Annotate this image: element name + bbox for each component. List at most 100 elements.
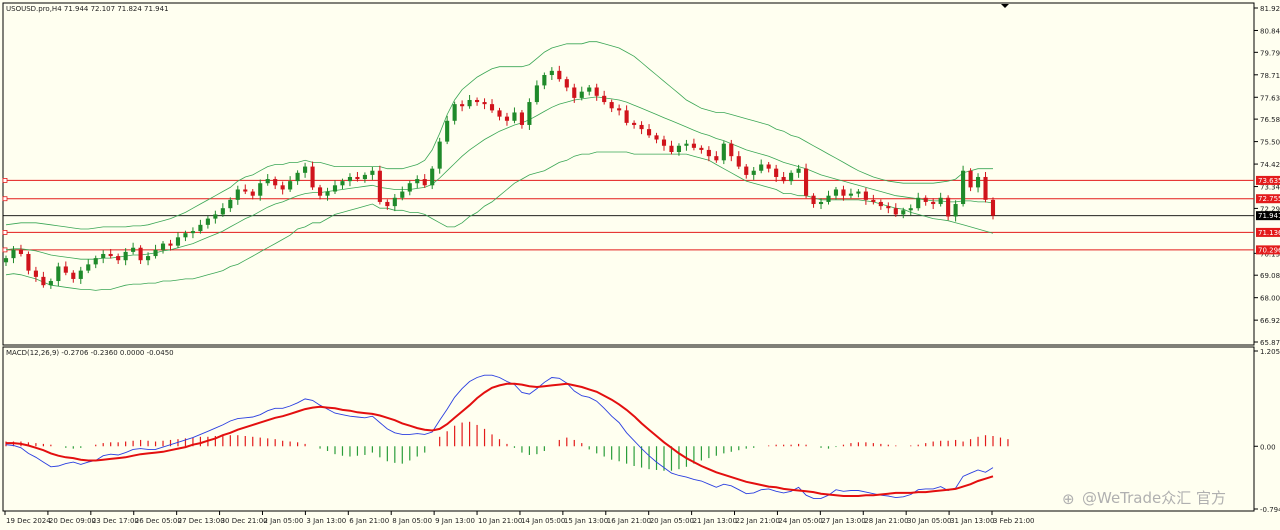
candle-body [721, 143, 726, 161]
time-tick-label: 22 Jan 21:00 [736, 517, 780, 525]
time-tick-label: 30 Dec 21:00 [221, 517, 268, 525]
candle-body [706, 149, 711, 157]
candle-body [131, 247, 136, 252]
price-tick-label: 69.080 [1260, 272, 1280, 280]
time-tick-label: 10 Jan 21:00 [478, 517, 522, 525]
candle-body [392, 197, 397, 207]
candle-body [796, 168, 801, 173]
macd-panel-frame [2, 346, 1255, 512]
candle-body [101, 253, 106, 259]
candle-body [325, 191, 330, 196]
candle-body [632, 122, 637, 125]
candle-body [11, 249, 16, 259]
candle-body [138, 247, 143, 261]
candle-body [871, 199, 876, 202]
candle-body [160, 243, 166, 250]
candle-body [317, 187, 323, 196]
candle-body [303, 166, 308, 173]
candle-body [86, 264, 91, 271]
price-panel[interactable]: 81.920 80.840 79.790 78.710 77.630 76.580 75.5… [2, 2, 1280, 347]
time-tick-label: 24 Jan 05:00 [778, 517, 822, 525]
candle-body [572, 87, 577, 98]
candle-body [736, 156, 741, 167]
candle-body [676, 145, 682, 153]
candle-body [370, 170, 375, 175]
candle-body [916, 197, 921, 209]
level-price-label: 72.755 [1258, 195, 1280, 203]
candle-body [258, 183, 263, 196]
candle-body [400, 191, 405, 198]
candle-body [938, 197, 943, 205]
candle-body [116, 256, 121, 261]
candle-body [923, 197, 928, 202]
time-tick-label: 26 Dec 05:00 [135, 517, 182, 525]
candle-body [661, 139, 667, 146]
candle-body [766, 164, 771, 169]
candle-body [512, 112, 517, 121]
price-tick-label: 77.630 [1260, 94, 1280, 102]
candle-body [407, 183, 412, 192]
candle-body [886, 206, 891, 209]
candle-body [422, 179, 427, 186]
candle-body [781, 176, 786, 182]
candle-body [123, 251, 128, 261]
candle-body [594, 87, 599, 96]
price-tick-label: 80.840 [1260, 27, 1280, 35]
candle-body [609, 102, 614, 109]
candle-body [41, 276, 46, 286]
time-tick-label: 14 Jan 05:00 [521, 517, 565, 525]
price-tick-label: 66.920 [1260, 317, 1280, 325]
candle-body [527, 102, 532, 125]
candle-body [18, 249, 24, 254]
candle-body [564, 79, 569, 88]
trading-chart[interactable]: 81.920 80.840 79.790 78.710 77.630 76.580 75.5… [0, 0, 1280, 530]
price-tick-label: 81.920 [1260, 5, 1280, 13]
candle-body [228, 199, 233, 209]
candle-body [198, 224, 203, 232]
time-tick-label: 6 Jan 21:00 [349, 517, 389, 525]
candle-body [415, 179, 420, 184]
candle-body [811, 195, 816, 205]
candle-body [33, 270, 38, 277]
candle-body [826, 195, 831, 202]
candle-body [213, 214, 218, 219]
time-tick-label: 27 Jan 13:00 [821, 517, 865, 525]
price-tick-label: 65.870 [1260, 339, 1280, 347]
watermark: ⊕ @WeTrade众汇 官方 [1062, 489, 1226, 508]
candle-body [310, 166, 315, 188]
candle-body [460, 104, 465, 107]
candle-body [295, 172, 300, 182]
candle-body [26, 253, 31, 271]
candle-body [243, 189, 248, 192]
candle-body [3, 258, 9, 263]
candle-body [990, 199, 996, 216]
candle-body [639, 124, 644, 130]
price-tick-label: 76.580 [1260, 116, 1280, 124]
candle-body [646, 129, 652, 136]
candle-body [624, 110, 629, 123]
candle-body [190, 231, 195, 234]
candle-body [437, 141, 442, 169]
candle-body [863, 191, 868, 200]
candle-body [377, 170, 382, 202]
watermark-text: @WeTrade众汇 官方 [1082, 489, 1226, 507]
candle-body [250, 191, 255, 196]
candle-body [946, 197, 951, 217]
candle-body [430, 168, 435, 186]
time-tick-label: 20 Jan 05:00 [650, 517, 694, 525]
candle-body [519, 112, 524, 125]
level-anchor-icon[interactable] [2, 196, 8, 202]
candle-body [931, 201, 936, 205]
current-price-label: 71.941 [1258, 212, 1280, 220]
level-anchor-icon[interactable] [2, 178, 8, 183]
macd-info: MACD(12,26,9) -0.2706 -0.2360 0.0000 -0.… [6, 349, 174, 357]
level-anchor-icon[interactable] [2, 230, 8, 235]
candle-body [542, 75, 547, 86]
candle-body [789, 172, 794, 182]
candle-body [669, 145, 674, 153]
candle-body [355, 176, 360, 180]
candle-body [841, 189, 846, 196]
candle-body [497, 110, 502, 117]
time-tick-label: 16 Jan 21:00 [607, 517, 651, 525]
candle-body [983, 176, 988, 200]
